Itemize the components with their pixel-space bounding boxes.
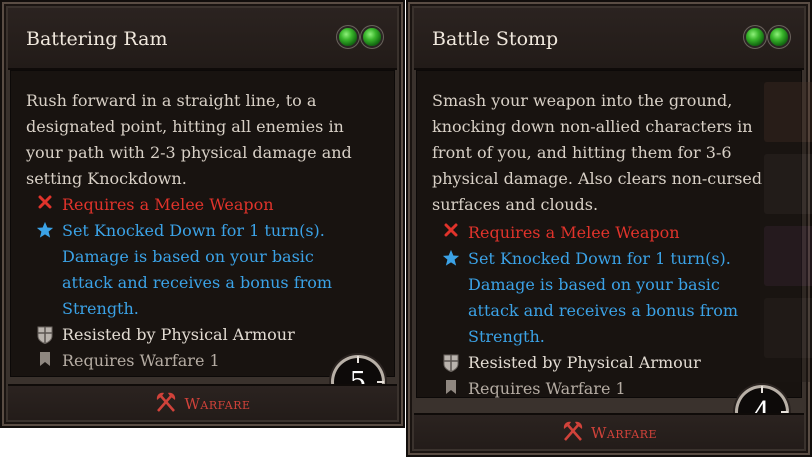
tooltip-header: Battering Ram (8, 8, 397, 70)
skill-description: Smash your weapon into the ground, knock… (432, 91, 763, 214)
blue-star-icon (434, 246, 468, 267)
effect-line-1: Set Knocked Down for 1 turn(s). (62, 221, 325, 240)
green-orb-icon (770, 28, 788, 46)
skill-title: Battle Stomp (432, 28, 559, 50)
skill-title: Battering Ram (26, 28, 168, 50)
resist-line: Resisted by Physical Armour (28, 322, 368, 348)
skill-properties: Requires a Melee Weapon Set Knocked Down… (434, 220, 774, 402)
cooldown-tick (761, 386, 763, 393)
skill-description: Rush forward in a straight line, to a de… (26, 91, 352, 188)
skill-requirement-line: Requires Warfare 1 (434, 376, 774, 402)
resist-text: Resisted by Physical Armour (62, 325, 295, 344)
source-orbs (746, 28, 788, 46)
tooltip-footer: Warfare (8, 384, 397, 420)
tooltip-body: Smash your weapon into the ground, knock… (416, 70, 802, 398)
skill-tooltip-battle-stomp: Battle Stomp Smash your weapon into the … (406, 0, 812, 457)
effect-line: Set Knocked Down for 1 turn(s). Damage i… (28, 218, 368, 322)
cooldown-tick (377, 381, 384, 383)
cooldown-tick (357, 356, 359, 363)
requirement-text: Requires a Melee Weapon (62, 195, 274, 214)
requirement-line: Requires a Melee Weapon (28, 192, 368, 218)
skill-requirement-text: Requires Warfare 1 (62, 351, 220, 370)
effect-text: Set Knocked Down for 1 turn(s). Damage i… (62, 218, 368, 322)
armour-shield-icon (434, 350, 468, 372)
green-orb-icon (746, 28, 764, 46)
tooltip-header: Battle Stomp (414, 8, 804, 70)
school-label: Warfare (184, 395, 251, 413)
resist-line: Resisted by Physical Armour (434, 350, 774, 376)
red-x-icon (28, 192, 62, 209)
tooltip-footer: Warfare (414, 413, 804, 449)
skill-requirement-line: Requires Warfare 1 (28, 348, 368, 374)
red-x-icon (434, 220, 468, 237)
requirement-text: Requires a Melee Weapon (468, 223, 680, 242)
warfare-crossed-axes-icon (561, 420, 585, 446)
warfare-crossed-axes-icon (154, 391, 178, 417)
green-orb-icon (339, 28, 357, 46)
requirement-line: Requires a Melee Weapon (434, 220, 774, 246)
green-orb-icon (363, 28, 381, 46)
blue-star-icon (28, 218, 62, 239)
bookmark-icon (434, 376, 468, 395)
skill-properties: Requires a Melee Weapon Set Knocked Down… (28, 192, 368, 374)
source-orbs (339, 28, 381, 46)
skill-school: Warfare (414, 420, 804, 446)
skill-requirement-text: Requires Warfare 1 (468, 379, 626, 398)
effect-line-2: Damage is based on your basic attack and… (62, 247, 333, 318)
school-label: Warfare (590, 424, 658, 442)
effect-line-1: Set Knocked Down for 1 turn(s). (468, 249, 731, 268)
bookmark-icon (28, 348, 62, 367)
effect-line-2: Damage is based on your basic attack and… (468, 275, 739, 346)
effect-text: Set Knocked Down for 1 turn(s). Damage i… (468, 246, 774, 350)
armour-shield-icon (28, 322, 62, 344)
tooltip-body: Rush forward in a straight line, to a de… (10, 70, 395, 377)
skill-school: Warfare (8, 391, 397, 417)
effect-line: Set Knocked Down for 1 turn(s). Damage i… (434, 246, 774, 350)
resist-text: Resisted by Physical Armour (468, 353, 701, 372)
skill-tooltip-battering-ram: Battering Ram Rush forward in a straight… (0, 0, 405, 428)
